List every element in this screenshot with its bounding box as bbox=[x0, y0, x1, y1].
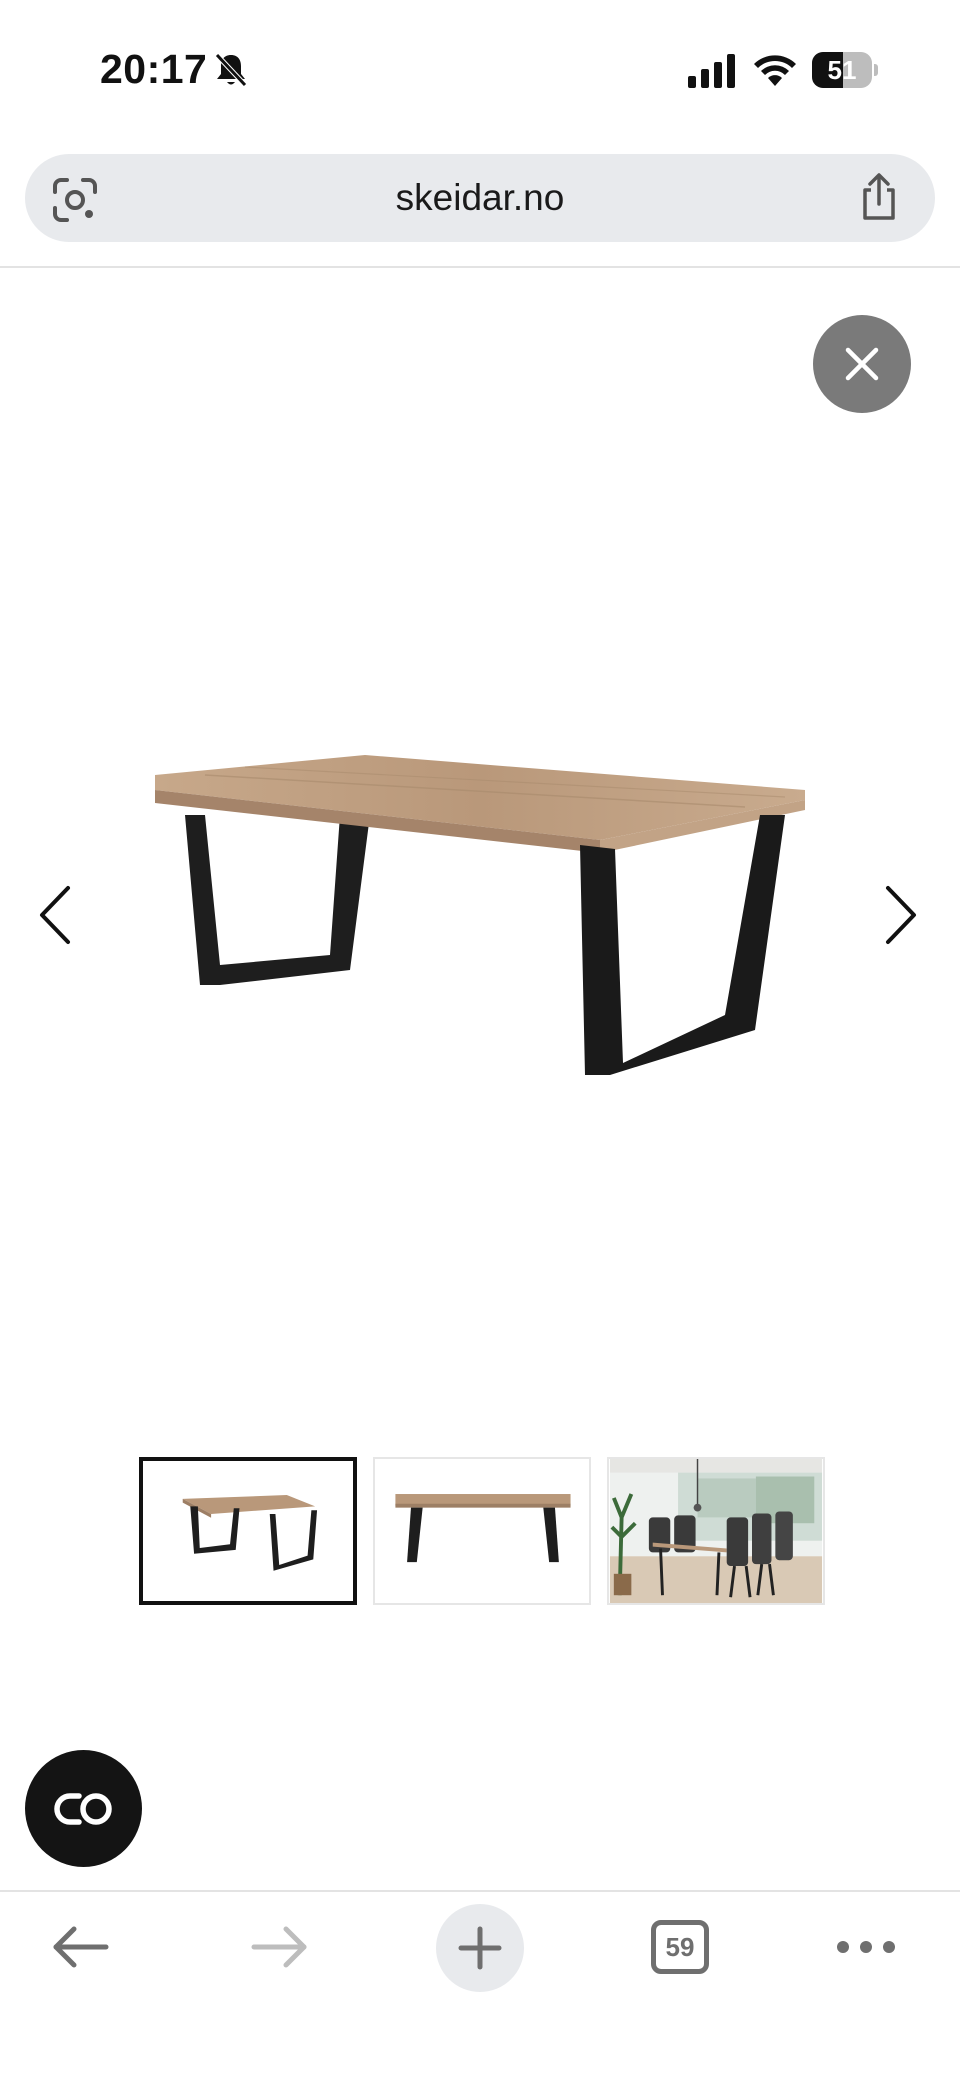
bell-slash-icon bbox=[215, 53, 247, 87]
close-button[interactable] bbox=[813, 315, 911, 413]
back-button[interactable] bbox=[40, 1892, 120, 2002]
new-tab-button[interactable] bbox=[436, 1904, 524, 1992]
thumbnail-strip bbox=[139, 1457, 825, 1605]
product-image bbox=[155, 755, 805, 1075]
thumbnail-table-room[interactable] bbox=[607, 1457, 825, 1605]
status-time: 20:17 bbox=[100, 46, 208, 92]
forward-arrow-icon bbox=[251, 1926, 307, 1968]
more-button[interactable] bbox=[826, 1892, 906, 2002]
link-icon bbox=[53, 1792, 112, 1825]
address-bar[interactable]: skeidar.no bbox=[25, 154, 935, 242]
url-text[interactable]: skeidar.no bbox=[25, 154, 935, 242]
forward-button[interactable] bbox=[240, 1892, 320, 2002]
battery-level: 51 bbox=[827, 55, 857, 85]
link-button[interactable] bbox=[25, 1750, 142, 1867]
tab-count: 59 bbox=[665, 1931, 695, 1962]
thumbnail-table-angled[interactable] bbox=[139, 1457, 357, 1605]
wifi-icon bbox=[754, 55, 796, 86]
status-bar: 20:17 51 bbox=[0, 0, 960, 140]
plus-icon bbox=[458, 1926, 502, 1970]
close-icon bbox=[845, 347, 879, 381]
share-icon[interactable] bbox=[857, 172, 901, 222]
battery-icon: 51 bbox=[812, 52, 878, 88]
chevron-right-icon[interactable] bbox=[876, 880, 926, 950]
tabs-icon: 59 bbox=[651, 1920, 709, 1974]
divider bbox=[0, 266, 960, 268]
signal-icon bbox=[688, 54, 735, 88]
tabs-button[interactable]: 59 bbox=[640, 1892, 720, 2002]
browser-toolbar: 59 bbox=[0, 1892, 960, 2081]
chevron-left-icon[interactable] bbox=[30, 880, 80, 950]
more-icon bbox=[837, 1941, 895, 1953]
thumbnail-table-front[interactable] bbox=[373, 1457, 591, 1605]
back-arrow-icon bbox=[53, 1926, 109, 1968]
